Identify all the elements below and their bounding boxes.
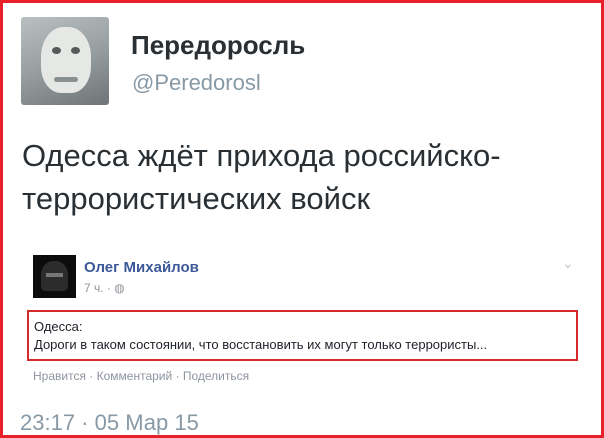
chevron-down-icon[interactable]: ⌄ [562, 255, 574, 272]
fb-action-links[interactable]: Нравится · Комментарий · Поделиться [33, 369, 249, 383]
avatar-mouth [54, 77, 78, 82]
fb-author-name[interactable]: Олег Михайлов [84, 259, 199, 276]
author-name[interactable]: Передоросль [131, 30, 305, 61]
avatar-face [41, 27, 91, 93]
fb-post-line-2: Дороги в таком состоянии, что восстанови… [34, 337, 488, 352]
author-handle[interactable]: @Peredorosl [132, 70, 261, 96]
fb-post-meta: 7 ч. · ◍ [84, 281, 125, 295]
profile-avatar[interactable] [21, 17, 109, 105]
avatar-eye-right [71, 47, 80, 54]
fb-post-line-1: Одесса: [34, 319, 83, 334]
tweet-timestamp[interactable]: 23:17 · 05 Мар 15 [20, 410, 199, 436]
fb-author-avatar[interactable] [33, 255, 76, 298]
helmet-visor [46, 273, 63, 277]
highlighted-post-text: Одесса: Дороги в таком состоянии, что во… [27, 310, 578, 361]
avatar-eye-left [52, 47, 61, 54]
tweet-text: Одесса ждёт прихода российско-террористи… [22, 138, 501, 216]
